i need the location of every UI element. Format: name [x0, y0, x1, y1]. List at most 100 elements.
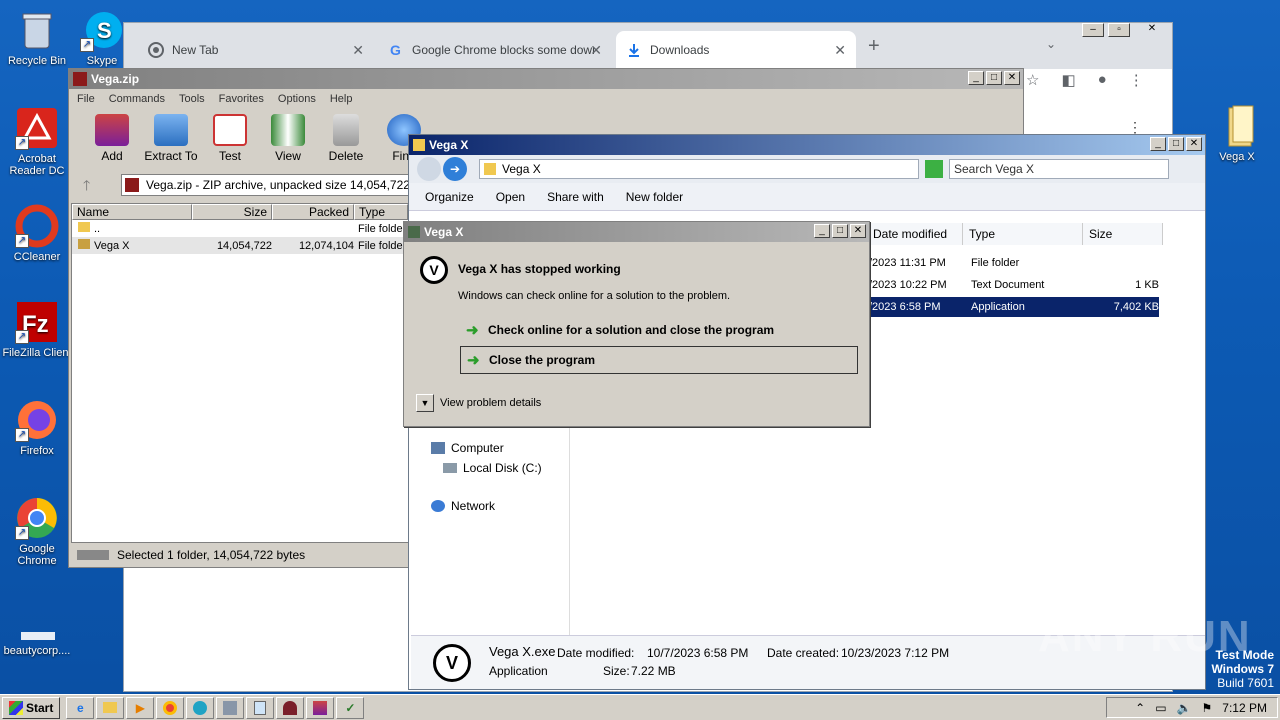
maximize-button[interactable]: □: [832, 224, 848, 238]
column-name[interactable]: Name: [72, 204, 192, 220]
table-row[interactable]: .. File folder: [72, 220, 408, 237]
new-folder-button[interactable]: New folder: [626, 190, 683, 204]
minimize-button[interactable]: _: [1150, 137, 1166, 151]
tab-search-chevron-icon[interactable]: ⌄: [1046, 37, 1056, 51]
view-button[interactable]: View: [259, 114, 317, 167]
flag-icon[interactable]: ⚑: [1202, 701, 1213, 715]
taskbar-media-player[interactable]: ▶: [126, 696, 155, 719]
tab-downloads[interactable]: Downloads ✕: [616, 31, 856, 69]
forward-icon[interactable]: ➔: [443, 157, 467, 181]
maximize-button[interactable]: ▫: [1108, 23, 1130, 37]
taskbar-winrar[interactable]: [306, 696, 335, 719]
network-tray-icon[interactable]: ▭: [1155, 701, 1166, 715]
menu-help[interactable]: Help: [330, 93, 353, 105]
taskbar-app-2[interactable]: [276, 696, 305, 719]
open-button[interactable]: Open: [496, 190, 525, 204]
app-icon: [408, 226, 420, 238]
tab-google-chrome-blocks[interactable]: G Google Chrome blocks some downloa ✕: [378, 31, 612, 69]
file-icon: [15, 612, 59, 642]
crash-dialog-titlebar: Vega X: [404, 222, 869, 242]
tab-new-tab[interactable]: New Tab ✕: [138, 31, 374, 69]
nav-local-disk[interactable]: Local Disk (C:): [443, 461, 542, 475]
filezilla-icon: Fz ↗: [15, 300, 59, 344]
view-problem-details[interactable]: ▼ View problem details: [416, 394, 541, 412]
minimize-button[interactable]: ‒: [1082, 23, 1104, 37]
nav-network[interactable]: Network: [431, 499, 495, 513]
address-breadcrumb[interactable]: Vega X: [479, 159, 919, 179]
side-panel-icon[interactable]: ◧: [1061, 71, 1075, 89]
menu-commands[interactable]: Commands: [109, 93, 165, 105]
table-row[interactable]: /2023 11:31 PM File folder: [869, 253, 1159, 273]
extract-to-button[interactable]: Extract To: [141, 114, 201, 167]
desktop-icon-beautycorp[interactable]: beautycorp....: [0, 612, 74, 657]
organize-button[interactable]: Organize: [425, 190, 474, 204]
desktop-icon-filezilla[interactable]: Fz ↗ FileZilla Client: [0, 300, 74, 359]
maximize-button[interactable]: □: [986, 71, 1002, 85]
clock[interactable]: 7:12 PM: [1222, 701, 1267, 715]
taskbar-app-1[interactable]: [216, 696, 245, 719]
back-icon[interactable]: [417, 157, 441, 181]
close-tab-icon[interactable]: ✕: [834, 42, 846, 59]
close-button[interactable]: ✕: [1134, 23, 1170, 37]
desktop-icon-vega-x[interactable]: Vega X: [1200, 104, 1274, 163]
new-tab-button[interactable]: +: [868, 35, 880, 58]
minimize-button[interactable]: _: [968, 71, 984, 85]
network-icon: [431, 500, 445, 512]
close-button[interactable]: ✕: [1186, 137, 1202, 151]
desktop-icon-firefox[interactable]: ↗ Firefox: [0, 398, 74, 457]
folder-icon: [78, 222, 90, 232]
chrome-icon: [163, 700, 178, 715]
column-type[interactable]: Type: [354, 204, 408, 220]
table-row[interactable]: /2023 10:22 PM Text Document 1 KB: [869, 275, 1159, 295]
nav-computer[interactable]: Computer: [431, 441, 504, 455]
delete-button[interactable]: Delete: [317, 114, 375, 167]
taskbar-notepad[interactable]: [246, 696, 275, 719]
close-program-option[interactable]: ➜ Close the program: [460, 346, 858, 374]
firefox-icon: ↗: [15, 398, 59, 442]
desktop-icon-chrome[interactable]: ↗ Google Chrome: [0, 496, 74, 567]
view-book-icon: [271, 114, 305, 146]
folder-icon: [484, 163, 496, 175]
column-date-modified[interactable]: Date modified: [867, 223, 963, 245]
winrar-address-bar[interactable]: Vega.zip - ZIP archive, unpacked size 14…: [121, 174, 411, 196]
check-online-option[interactable]: ➜ Check online for a solution and close …: [460, 316, 858, 344]
table-row[interactable]: /2023 6:58 PM Application 7,402 KB: [869, 297, 1159, 317]
search-input[interactable]: Search Vega X: [949, 159, 1169, 179]
tray-expand-icon[interactable]: ⌃: [1135, 701, 1145, 715]
add-button[interactable]: Add: [83, 114, 141, 167]
close-tab-icon[interactable]: ✕: [352, 42, 364, 59]
taskbar-explorer[interactable]: [96, 696, 125, 719]
column-size[interactable]: Size: [1083, 223, 1163, 245]
close-tab-icon[interactable]: ✕: [590, 42, 602, 59]
taskbar-edge[interactable]: [186, 696, 215, 719]
winrar-app-icon: [73, 72, 87, 86]
refresh-icon[interactable]: [925, 160, 943, 178]
desktop-icon-recycle-bin[interactable]: Recycle Bin: [0, 8, 74, 67]
volume-icon[interactable]: 🔈: [1177, 701, 1192, 715]
desktop-icon-ccleaner[interactable]: ↗ CCleaner: [0, 204, 74, 263]
share-with-button[interactable]: Share with: [547, 190, 604, 204]
menu-tools[interactable]: Tools: [179, 93, 205, 105]
column-type[interactable]: Type: [963, 223, 1083, 245]
menu-file[interactable]: File: [77, 93, 95, 105]
table-row[interactable]: Vega X 14,054,722 12,074,104 File folder: [72, 237, 408, 254]
close-button[interactable]: ✕: [1004, 71, 1020, 85]
taskbar-vega-x[interactable]: ✓: [336, 696, 365, 719]
menu-favorites[interactable]: Favorites: [219, 93, 264, 105]
maximize-button[interactable]: □: [1168, 137, 1184, 151]
taskbar-chrome[interactable]: [156, 696, 185, 719]
svg-text:S: S: [97, 18, 112, 43]
profile-avatar-icon[interactable]: ●: [1098, 71, 1107, 89]
column-size[interactable]: Size: [192, 204, 272, 220]
close-button[interactable]: ✕: [850, 224, 866, 238]
up-arrow-icon[interactable]: 🡑: [83, 175, 90, 199]
column-packed[interactable]: Packed: [272, 204, 354, 220]
bookmark-star-icon[interactable]: ☆: [1026, 71, 1039, 89]
more-menu-icon[interactable]: ⋮: [1129, 71, 1144, 89]
test-button[interactable]: Test: [201, 114, 259, 167]
menu-options[interactable]: Options: [278, 93, 316, 105]
taskbar-ie[interactable]: e: [66, 696, 95, 719]
minimize-button[interactable]: _: [814, 224, 830, 238]
start-button[interactable]: Start: [2, 696, 61, 719]
desktop-icon-acrobat[interactable]: ↗ Acrobat Reader DC: [0, 106, 74, 177]
